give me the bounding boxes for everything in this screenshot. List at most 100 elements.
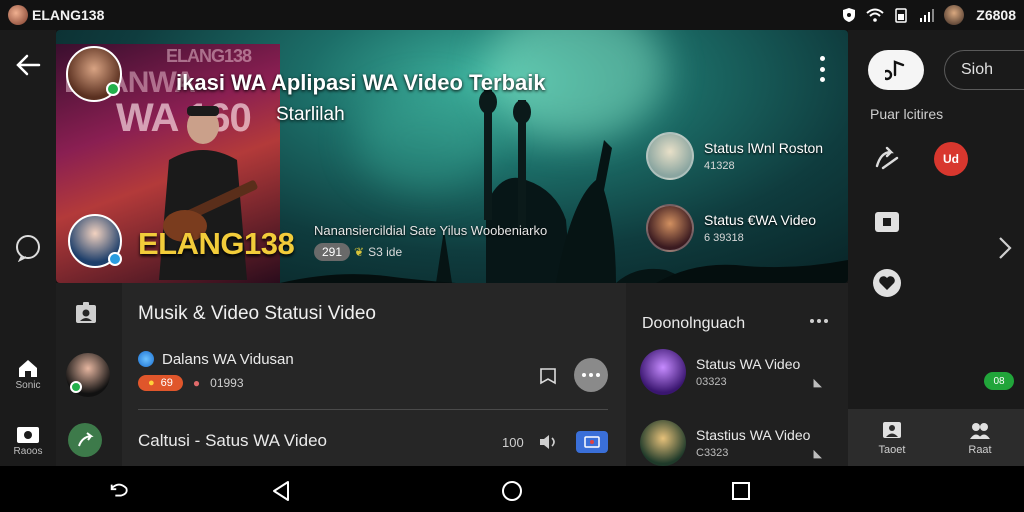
music-button[interactable] (868, 50, 924, 90)
share-icon (78, 432, 94, 447)
megaphone-icon[interactable]: ◣ (814, 376, 822, 389)
megaphone-icon[interactable]: ◣ (814, 447, 822, 460)
contact-card-icon[interactable] (74, 301, 98, 325)
downloads-title: Doonolnguach (642, 315, 746, 332)
download-meta: 03323 (696, 375, 727, 388)
hero-brand: ELANG138 (138, 226, 295, 261)
search-input[interactable]: Sioh (944, 50, 1024, 90)
square-recents-icon (732, 482, 750, 500)
rail-item-label: Raoos (13, 446, 43, 457)
download-meta: C3323 (696, 446, 729, 459)
hero-title: ikasi WA Aplipasi WA Video Terbaik (176, 70, 546, 95)
nav-recents-button[interactable] (730, 480, 752, 502)
rail-item-camera[interactable]: Raoos (0, 424, 56, 457)
status-bar: ELANG138 Z6808 (0, 0, 1024, 30)
right-tab-bar: Taoet Raat (848, 409, 1024, 466)
hero-card[interactable]: Status lWnl Roston 41328 (646, 132, 823, 180)
music-note-icon (885, 60, 905, 81)
chat-bubble-icon (16, 235, 40, 262)
user-icon: ● (192, 376, 201, 390)
poster-text-top: ELANG138 (166, 46, 252, 66)
more-options-button[interactable] (820, 56, 826, 82)
tab-label: Raat (968, 443, 992, 456)
card-meta: 6 39318 (704, 232, 744, 244)
left-rail: Sonic Raoos (0, 30, 56, 466)
hero-subtitle: Starlilah (276, 104, 345, 125)
cast-icon (584, 436, 600, 448)
status-clock: Z6808 (976, 7, 1016, 23)
hero-chip-text: S3 ide (368, 245, 403, 259)
chat-button[interactable] (0, 234, 56, 262)
views-pill: ● 69 (138, 375, 183, 391)
status-pill: 08 (984, 372, 1014, 390)
right-panel: Sioh Puar lcitires Ud 08 Taoet Raat (848, 30, 1024, 466)
fire-icon: ● (148, 377, 155, 389)
hero-banner[interactable]: ELANG138 EIPANWA WA 160 ikasi WA Aplipas… (56, 30, 848, 283)
camera-icon (17, 427, 39, 443)
download-thumbnail (640, 349, 686, 395)
nav-home-button[interactable] (501, 480, 523, 502)
row1-meta: ● 69 ● 01993 (138, 375, 244, 391)
tab-react[interactable]: Raat (936, 409, 1024, 466)
rail-item-home[interactable]: Sonic (0, 358, 56, 391)
group-icon (970, 422, 990, 439)
cast-button[interactable] (576, 431, 608, 453)
card-thumbnail (646, 132, 694, 180)
download-item[interactable]: Status WA Video 03323 ◣ (640, 349, 836, 395)
heart-icon[interactable] (872, 268, 902, 298)
share-link-icon[interactable] (872, 143, 902, 173)
store-icon[interactable] (872, 206, 902, 236)
section-label: Puar lcitires (870, 106, 944, 122)
hero-caption: Nanansiercildial Sate Yilus Woobeniarko (314, 223, 548, 238)
status-app-name: ELANG138 (32, 7, 105, 23)
hero-chip-count: 291 (314, 243, 351, 261)
volume-icon[interactable] (538, 434, 560, 450)
circle-home-icon (502, 481, 522, 501)
user-avatar-icon[interactable] (944, 5, 965, 25)
card-thumbnail (646, 204, 694, 252)
rotate-button[interactable] (108, 480, 130, 502)
list-title: Musik & Video Statusi Video (138, 303, 376, 324)
home-icon (19, 360, 37, 377)
leaf-icon: ❦ (354, 245, 365, 259)
download-title: Status WA Video (696, 355, 801, 372)
globe-icon (138, 351, 154, 367)
notification-badge[interactable]: Ud (934, 142, 968, 176)
tab-target[interactable]: Taoet (848, 409, 936, 466)
signal-icon (918, 6, 936, 24)
rail-item-label: Sonic (15, 380, 41, 391)
system-nav-bar (0, 466, 1024, 512)
download-title: Stastius WA Video (696, 426, 811, 443)
row2-count: 100 (502, 435, 524, 450)
views-count: 69 (160, 377, 173, 389)
tab-label: Taoet (878, 443, 906, 456)
online-badge-icon (106, 82, 120, 96)
nav-back-button[interactable] (270, 480, 292, 502)
row2-title[interactable]: Caltusi - Satus WA Video (138, 431, 327, 451)
download-thumbnail (640, 420, 686, 466)
downloads-panel: Doonolnguach Status WA Video 03323 ◣ Stas… (626, 283, 848, 466)
back-button[interactable] (0, 54, 56, 76)
row1-name[interactable]: Dalans WA Vidusan (162, 351, 294, 368)
more-actions-button[interactable] (574, 358, 608, 392)
verified-badge-icon (108, 252, 122, 266)
triangle-back-icon (273, 481, 289, 501)
hero-chip: 291 ❦ S3 ide (314, 243, 402, 261)
bookmark-icon[interactable] (538, 365, 558, 385)
card-title: Status lWnl Roston (704, 140, 824, 156)
share-button[interactable] (68, 423, 102, 457)
shield-icon (840, 6, 858, 24)
downloads-more-button[interactable] (810, 319, 828, 323)
app-avatar-icon (8, 5, 28, 25)
person-board-icon (883, 421, 901, 438)
download-item[interactable]: Stastius WA Video C3323 ◣ (640, 420, 836, 466)
card-title: Status €WA Video (704, 212, 817, 228)
content-list: Musik & Video Statusi Video Dalans WA Vi… (56, 283, 626, 466)
list-divider (138, 409, 608, 410)
arrow-left-icon (16, 54, 41, 76)
hero-card[interactable]: Status €WA Video 6 39318 (646, 204, 816, 252)
online-badge-icon (70, 381, 82, 393)
wifi-icon (866, 6, 884, 24)
rotate-icon (110, 483, 128, 497)
chevron-right-icon[interactable] (998, 236, 1012, 260)
